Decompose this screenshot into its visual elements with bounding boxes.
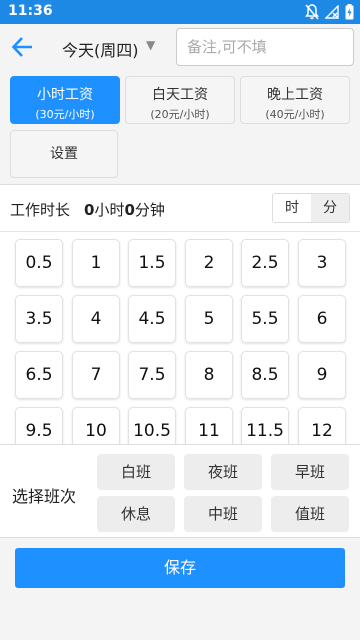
duration-hours-unit: 小时 xyxy=(94,201,125,219)
wage-hourly-button[interactable]: 小时工资 (30元/小时) xyxy=(10,76,120,124)
hour-option-button[interactable]: 6 xyxy=(298,295,346,343)
battery-charging-icon xyxy=(345,4,354,20)
duration-hours: 0 xyxy=(84,201,95,219)
hour-option-button[interactable]: 12 xyxy=(298,407,346,444)
hour-option-button[interactable]: 1.5 xyxy=(128,239,176,287)
hour-option-button[interactable]: 2 xyxy=(185,239,233,287)
hour-option-button[interactable]: 4.5 xyxy=(128,295,176,343)
shift-middle-button[interactable]: 中班 xyxy=(184,496,262,532)
no-signal-icon xyxy=(325,5,339,19)
hour-option-button[interactable]: 0.5 xyxy=(15,239,63,287)
hour-option-button[interactable]: 7 xyxy=(72,351,120,399)
hour-option-button[interactable]: 10 xyxy=(72,407,120,444)
wage-day-button[interactable]: 白天工资 (20元/小时) xyxy=(125,76,235,124)
duration-minutes-unit: 分钟 xyxy=(134,201,165,219)
hour-option-button[interactable]: 1 xyxy=(72,239,120,287)
shift-panel: 选择班次 白班 夜班 早班 休息 中班 值班 xyxy=(0,444,360,538)
date-selector[interactable]: 今天(周四) xyxy=(62,37,139,61)
duration-label: 工作时长 xyxy=(10,201,71,219)
hour-option-button[interactable]: 5 xyxy=(185,295,233,343)
hour-option-button[interactable]: 9.5 xyxy=(15,407,63,444)
shift-night-button[interactable]: 夜班 xyxy=(184,454,262,490)
wage-night-button[interactable]: 晚上工资 (40元/小时) xyxy=(240,76,350,124)
unit-hour-button[interactable]: 时 xyxy=(273,194,311,222)
hour-option-button[interactable]: 11 xyxy=(185,407,233,444)
hour-option-button[interactable]: 6.5 xyxy=(15,351,63,399)
shift-rest-button[interactable]: 休息 xyxy=(97,496,175,532)
wage-rate: (30元/小时) xyxy=(35,108,95,121)
hour-grid: 0.5 1 1.5 2 2.5 3 3.5 4 4.5 5 5.5 6 6.5 7 7.5 8 8.5 9 9.5 1… xyxy=(0,232,360,444)
shift-day-button[interactable]: 白班 xyxy=(97,454,175,490)
settings-button[interactable]: 设置 xyxy=(10,130,118,178)
hour-option-button[interactable]: 11.5 xyxy=(241,407,289,444)
hour-option-button[interactable]: 5.5 xyxy=(241,295,289,343)
wage-title: 白天工资 xyxy=(152,87,208,103)
unit-minute-button[interactable]: 分 xyxy=(311,194,349,222)
arrow-left-icon[interactable] xyxy=(10,34,36,60)
note-input[interactable] xyxy=(176,28,354,66)
status-time: 11:36 xyxy=(8,3,53,19)
duration-value: 0小时0分钟 xyxy=(84,199,165,220)
hour-option-button[interactable]: 2.5 xyxy=(241,239,289,287)
hour-option-button[interactable]: 3.5 xyxy=(15,295,63,343)
wage-rate: (40元/小时) xyxy=(265,108,325,121)
notifications-off-icon xyxy=(305,4,319,20)
chevron-down-icon[interactable]: ▼ xyxy=(146,38,155,52)
duration-minutes: 0 xyxy=(124,201,135,219)
wage-rate: (20元/小时) xyxy=(150,108,210,121)
wage-title: 小时工资 xyxy=(37,87,93,103)
wage-title: 晚上工资 xyxy=(267,87,323,103)
shift-duty-button[interactable]: 值班 xyxy=(271,496,349,532)
shift-morning-button[interactable]: 早班 xyxy=(271,454,349,490)
shift-label: 选择班次 xyxy=(12,487,77,506)
hour-option-button[interactable]: 7.5 xyxy=(128,351,176,399)
hour-option-button[interactable]: 9 xyxy=(298,351,346,399)
hour-option-button[interactable]: 4 xyxy=(72,295,120,343)
status-icons xyxy=(305,4,354,20)
status-bar: 11:36 xyxy=(0,0,360,24)
hour-option-button[interactable]: 8 xyxy=(185,351,233,399)
hour-option-button[interactable]: 10.5 xyxy=(128,407,176,444)
save-button[interactable]: 保存 xyxy=(15,548,345,588)
toolbar: 今天(周四) ▼ xyxy=(0,24,360,70)
unit-toggle: 时 分 xyxy=(272,193,350,223)
duration-panel: 工作时长 0小时0分钟 时 分 xyxy=(0,184,360,232)
hour-option-button[interactable]: 8.5 xyxy=(241,351,289,399)
hour-option-button[interactable]: 3 xyxy=(298,239,346,287)
